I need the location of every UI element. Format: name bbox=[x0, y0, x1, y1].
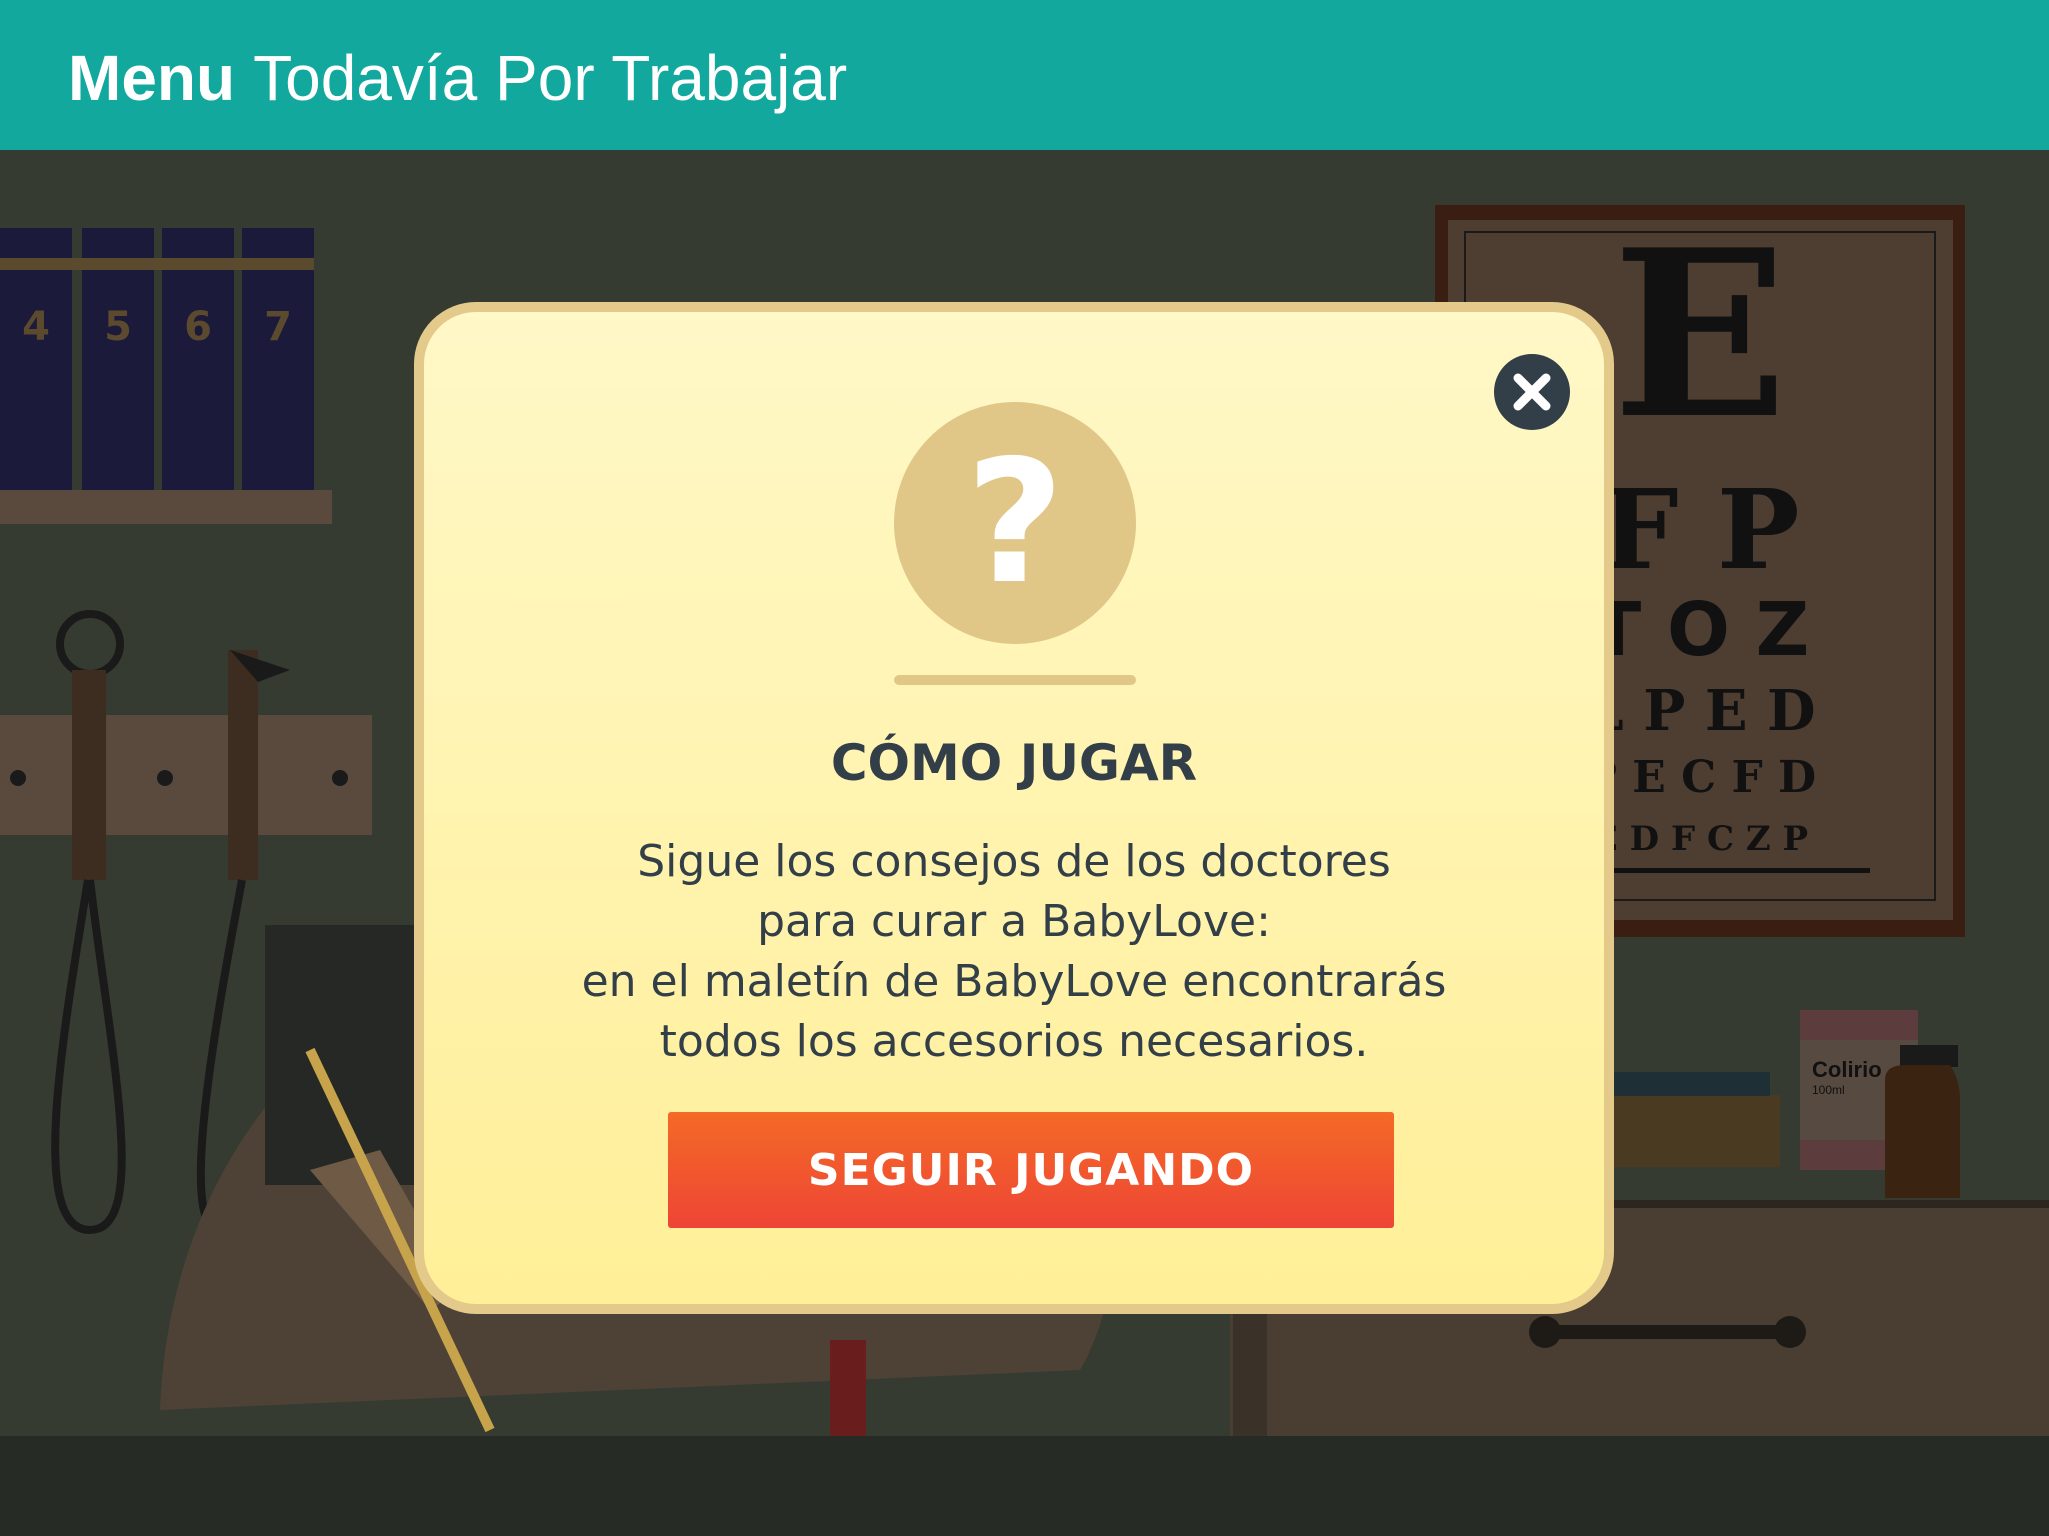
eye-chart-row: L P E D bbox=[1584, 678, 1815, 744]
header-subtitle: Todavía Por Trabajar bbox=[253, 42, 848, 114]
book-number: 6 bbox=[184, 304, 212, 350]
how-to-play-dialog: ? CÓMO JUGAR Sigue los consejos de los d… bbox=[414, 302, 1614, 1314]
book-number: 7 bbox=[264, 304, 292, 350]
eye-chart-row: T O Z bbox=[1591, 587, 1810, 673]
dialog-body-line: todos los accesorios necesarios. bbox=[659, 1016, 1369, 1067]
dialog-title: CÓMO JUGAR bbox=[830, 734, 1198, 792]
top-bar: Menu Todavía Por Trabajar bbox=[0, 0, 2049, 150]
dialog-body-line: en el maletín de BabyLove encontrarás bbox=[581, 956, 1447, 1007]
menu-button[interactable]: Menu bbox=[68, 42, 235, 114]
bottle-label: Colirio bbox=[1812, 1057, 1882, 1082]
eye-chart-row: F P bbox=[1600, 465, 1799, 594]
book-number: 5 bbox=[104, 304, 132, 350]
header-title: Menu Todavía Por Trabajar bbox=[68, 38, 847, 118]
book-number: 4 bbox=[22, 304, 50, 350]
question-icon-shadow bbox=[894, 675, 1136, 685]
dialog-body: Sigue los consejos de los doctores para … bbox=[424, 832, 1604, 1072]
book-shelf: 4 5 6 7 bbox=[0, 228, 332, 524]
eye-chart-row: P E C F D bbox=[1584, 752, 1816, 803]
close-button[interactable] bbox=[1494, 354, 1570, 430]
eye-chart-row: E bbox=[1612, 200, 1787, 470]
question-icon: ? bbox=[894, 402, 1136, 644]
bottle-volume: 100ml bbox=[1812, 1083, 1845, 1097]
close-icon bbox=[1513, 373, 1551, 411]
question-glyph: ? bbox=[965, 424, 1065, 622]
eye-chart-row: E D F C Z P bbox=[1592, 819, 1808, 859]
continue-playing-button[interactable]: SEGUIR JUGANDO bbox=[668, 1112, 1394, 1228]
dialog-body-line: para curar a BabyLove: bbox=[757, 896, 1271, 947]
dialog-body-line: Sigue los consejos de los doctores bbox=[637, 836, 1391, 887]
